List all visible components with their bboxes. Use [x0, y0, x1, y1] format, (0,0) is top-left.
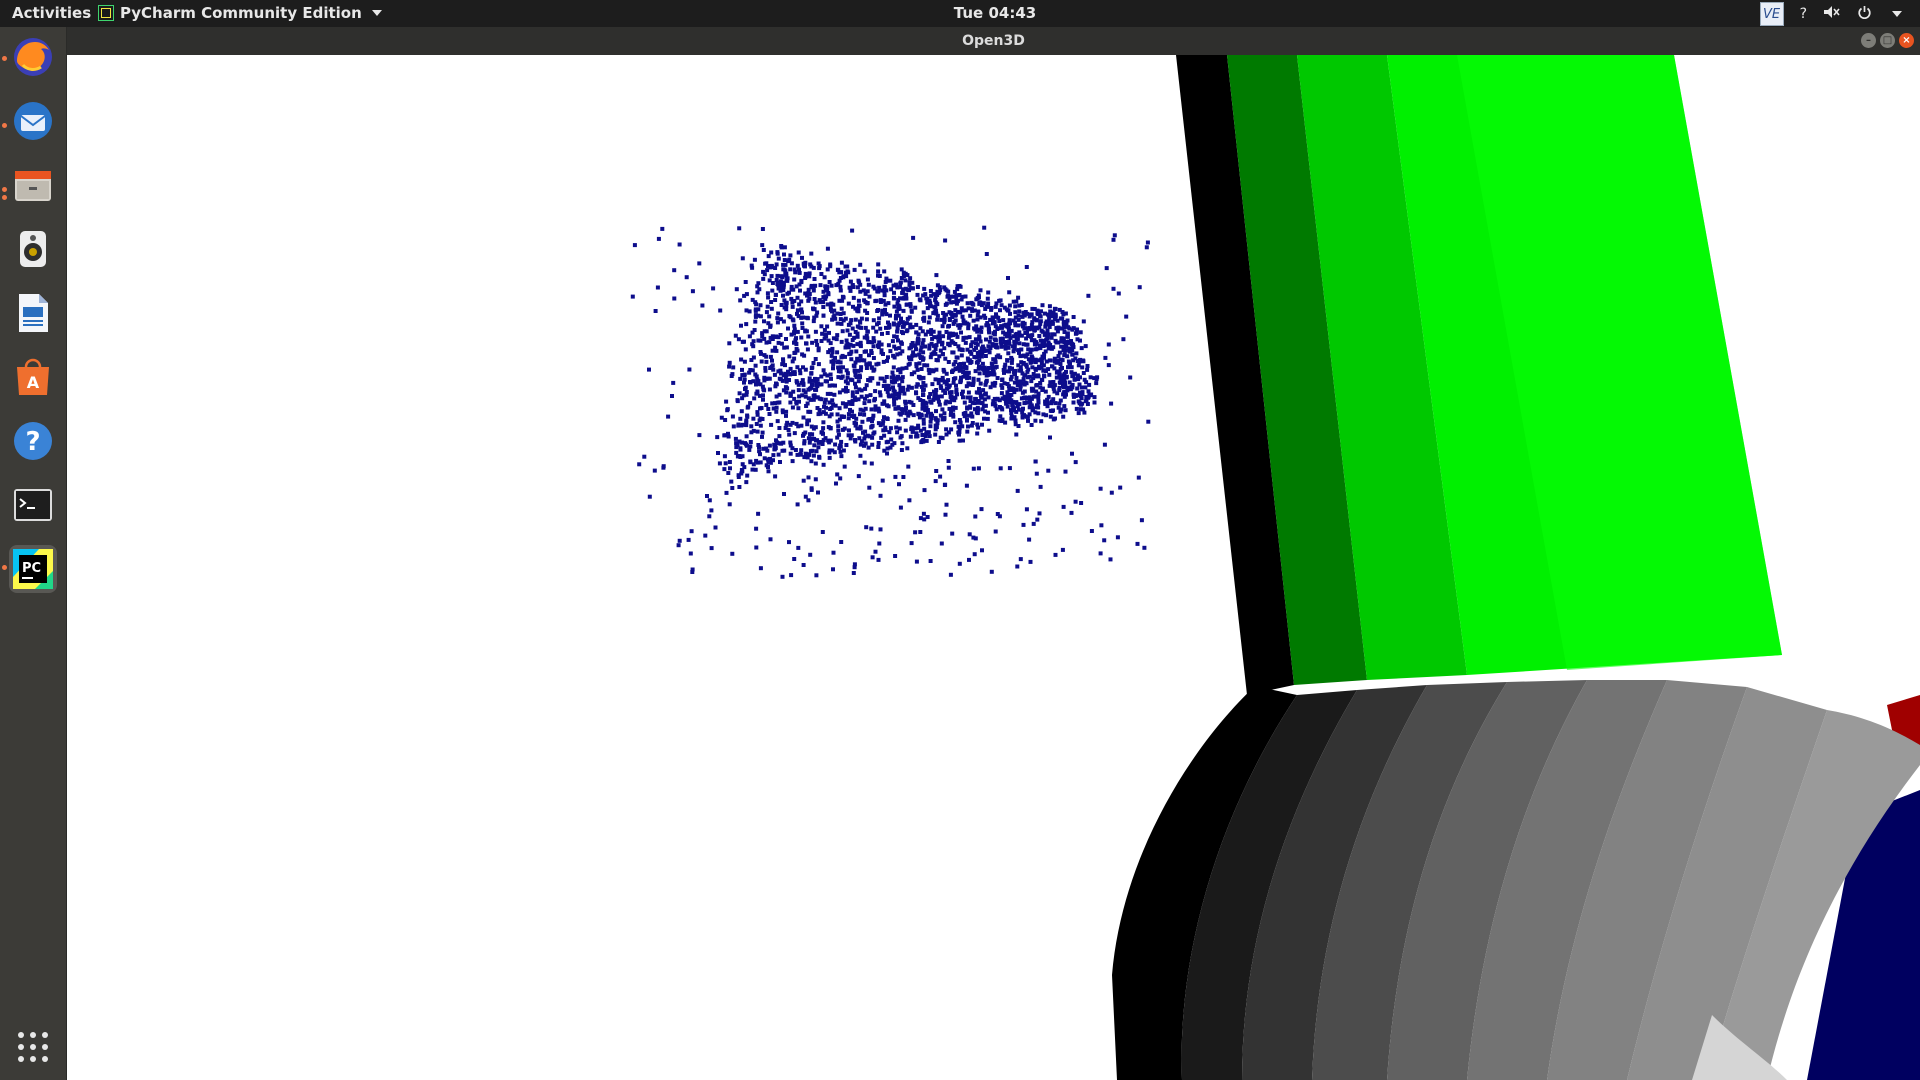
writer-launcher[interactable]	[9, 289, 57, 337]
maximize-button[interactable]: □	[1880, 33, 1895, 48]
help-launcher[interactable]: ?	[9, 417, 57, 465]
top-bar: Activities PyCharm Community Edition Tue…	[0, 0, 1920, 27]
window-titlebar[interactable]: Open3D – □ ×	[67, 27, 1920, 55]
thunderbird-icon	[14, 102, 52, 140]
terminal-icon	[14, 489, 52, 521]
show-applications-button[interactable]	[9, 1023, 57, 1071]
volume-muted-icon[interactable]	[1823, 5, 1841, 23]
firefox-icon	[14, 38, 52, 76]
software-launcher[interactable]: A	[9, 353, 57, 401]
running-indicator	[2, 195, 7, 200]
power-icon[interactable]	[1857, 5, 1872, 24]
rhythmbox-launcher[interactable]	[9, 225, 57, 273]
3d-scene	[630, 55, 1920, 1080]
svg-text:A: A	[27, 373, 40, 392]
software-store-icon: A	[17, 358, 49, 395]
help-indicator[interactable]: ?	[1800, 6, 1807, 22]
vmware-ve-icon[interactable]: VE	[1759, 2, 1784, 26]
thunderbird-launcher[interactable]	[9, 97, 57, 145]
pycharm-launcher[interactable]: PC	[9, 545, 57, 593]
gray-torus-mesh	[1112, 680, 1920, 1080]
svg-text:PC: PC	[22, 561, 41, 576]
green-box-mesh	[1176, 55, 1782, 695]
running-indicator	[2, 56, 7, 61]
point-cloud	[630, 225, 1151, 579]
svg-text:?: ?	[25, 427, 40, 457]
files-launcher[interactable]	[9, 161, 57, 209]
running-indicator	[2, 123, 7, 128]
window-title: Open3D	[962, 33, 1025, 49]
minimize-button[interactable]: –	[1861, 33, 1876, 48]
system-menu-chevron-icon[interactable]	[1892, 11, 1902, 17]
help-icon: ?	[14, 422, 52, 460]
close-button[interactable]: ×	[1899, 33, 1914, 48]
files-icon	[15, 171, 51, 201]
system-tray: VE ?	[1759, 2, 1902, 26]
running-indicator	[2, 187, 7, 192]
window-controls: – □ ×	[1861, 33, 1914, 48]
terminal-launcher[interactable]	[9, 481, 57, 529]
pycharm-icon: PC	[13, 549, 53, 589]
running-indicator	[2, 565, 7, 570]
clock[interactable]: Tue 04:43	[0, 4, 1920, 22]
speaker-icon	[20, 231, 46, 267]
open3d-viewport[interactable]	[67, 55, 1920, 1080]
firefox-launcher[interactable]	[9, 33, 57, 81]
document-writer-icon	[19, 294, 48, 332]
dock: A ? PC	[0, 27, 67, 1080]
app-grid-icon	[18, 1032, 48, 1062]
